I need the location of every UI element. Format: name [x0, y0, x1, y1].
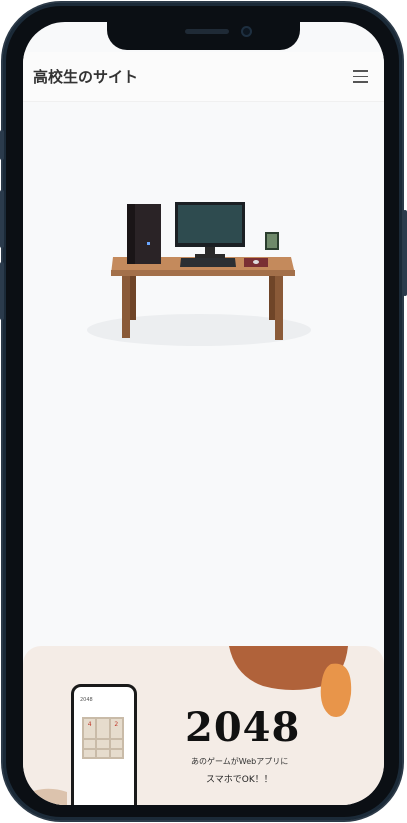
- mini-phone-mockup: 2048 4 2: [71, 684, 137, 805]
- menu-line: [353, 81, 368, 83]
- monitor-base: [195, 254, 225, 258]
- mini-tile: [84, 740, 96, 748]
- side-button: [0, 130, 4, 160]
- mini-tile: [97, 719, 109, 739]
- decor-blob-orange: [320, 663, 352, 718]
- photo: [267, 234, 277, 248]
- promo-subtitle: あのゲームがWebアプリに: [191, 757, 289, 766]
- desk-illustration: [87, 202, 311, 346]
- speaker-grille: [185, 29, 229, 34]
- monitor-stand: [205, 247, 215, 255]
- mini-tile: 2: [110, 719, 122, 739]
- hamburger-menu-icon[interactable]: [353, 70, 368, 83]
- pc-power-light: [147, 242, 150, 245]
- desk-leg: [130, 276, 136, 320]
- menu-line: [353, 70, 368, 72]
- desk-leg: [269, 276, 275, 320]
- game-promo-banner[interactable]: 2048 4 2 2048 あのゲームがWebアプリに スマホでOK！！: [23, 646, 384, 805]
- desk-top-edge: [111, 270, 295, 276]
- power-button: [403, 210, 407, 296]
- volume-up-button: [0, 190, 4, 248]
- mini-game-board: 4 2: [82, 717, 124, 759]
- site-header: 高校生のサイト: [23, 52, 384, 102]
- promo-title: 2048: [185, 704, 301, 751]
- menu-line: [353, 75, 368, 77]
- mini-tile: [97, 740, 109, 748]
- decor-blob-bottom: [23, 788, 67, 805]
- mini-tile: [97, 749, 109, 757]
- mouse: [253, 260, 259, 264]
- mini-tile: 4: [84, 719, 96, 739]
- mini-app-title: 2048: [80, 697, 93, 703]
- monitor-screen: [178, 205, 242, 243]
- hero-section: [23, 102, 384, 642]
- mini-tile: [110, 740, 122, 748]
- mini-tile: [84, 749, 96, 757]
- mini-tile: [110, 749, 122, 757]
- site-title[interactable]: 高校生のサイト: [33, 66, 138, 87]
- front-camera: [241, 26, 252, 37]
- desk-leg: [122, 276, 130, 338]
- pc-tower-side: [127, 204, 135, 264]
- screen: 高校生のサイト 2048 4 2 2048 あのゲームがWebアプリに スマホで…: [23, 22, 384, 805]
- keyboard: [180, 258, 236, 267]
- volume-down-button: [0, 262, 4, 320]
- notch: [107, 22, 300, 50]
- desk-leg: [275, 276, 283, 340]
- promo-tagline: スマホでOK！！: [206, 775, 273, 785]
